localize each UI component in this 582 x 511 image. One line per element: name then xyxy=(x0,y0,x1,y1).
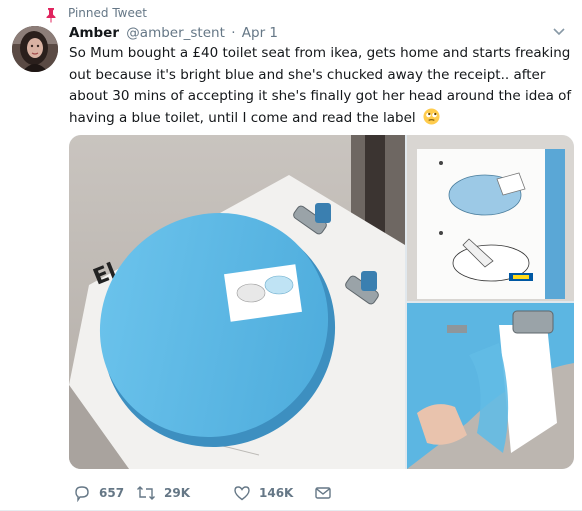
peeling-film-photo[interactable] xyxy=(407,303,574,469)
face-with-rolling-eyes-emoji xyxy=(423,107,440,125)
retweet-button[interactable]: 29K xyxy=(136,483,190,503)
separator: · xyxy=(231,25,236,41)
avatar[interactable] xyxy=(12,26,58,72)
tweet-header: Amber @amber_stent · Apr 1 xyxy=(69,24,278,42)
retweet-count: 29K xyxy=(164,486,190,500)
reply-icon xyxy=(75,486,89,502)
instruction-label-photo[interactable] xyxy=(407,135,574,301)
heart-icon xyxy=(234,486,250,501)
pinned-label: Pinned Tweet xyxy=(68,6,147,20)
tweet-body: So Mum bought a £40 toilet seat from ike… xyxy=(69,45,572,126)
envelope-icon xyxy=(315,487,331,499)
author-name[interactable]: Amber xyxy=(69,25,119,41)
author-handle[interactable]: @amber_stent xyxy=(126,25,225,41)
like-count: 146K xyxy=(259,486,294,500)
reply-count: 657 xyxy=(99,486,125,500)
blue-toilet-seat-photo[interactable]: El xyxy=(69,135,405,469)
like-button[interactable]: 146K xyxy=(233,483,293,503)
chevron-down-icon[interactable] xyxy=(553,28,565,36)
pin-icon xyxy=(46,8,56,23)
retweet-icon xyxy=(137,486,155,500)
tweet-text: So Mum bought a £40 toilet seat from ike… xyxy=(69,43,574,129)
media-grid: El xyxy=(69,135,574,469)
direct-message-button[interactable] xyxy=(314,483,332,503)
tweet-card[interactable]: Pinned Tweet Amber @amber_stent · Apr 1 … xyxy=(0,0,582,511)
tweet-actions: 657 29K 146K xyxy=(69,483,369,503)
tweet-date[interactable]: Apr 1 xyxy=(242,25,278,41)
reply-button[interactable]: 657 xyxy=(73,483,124,503)
